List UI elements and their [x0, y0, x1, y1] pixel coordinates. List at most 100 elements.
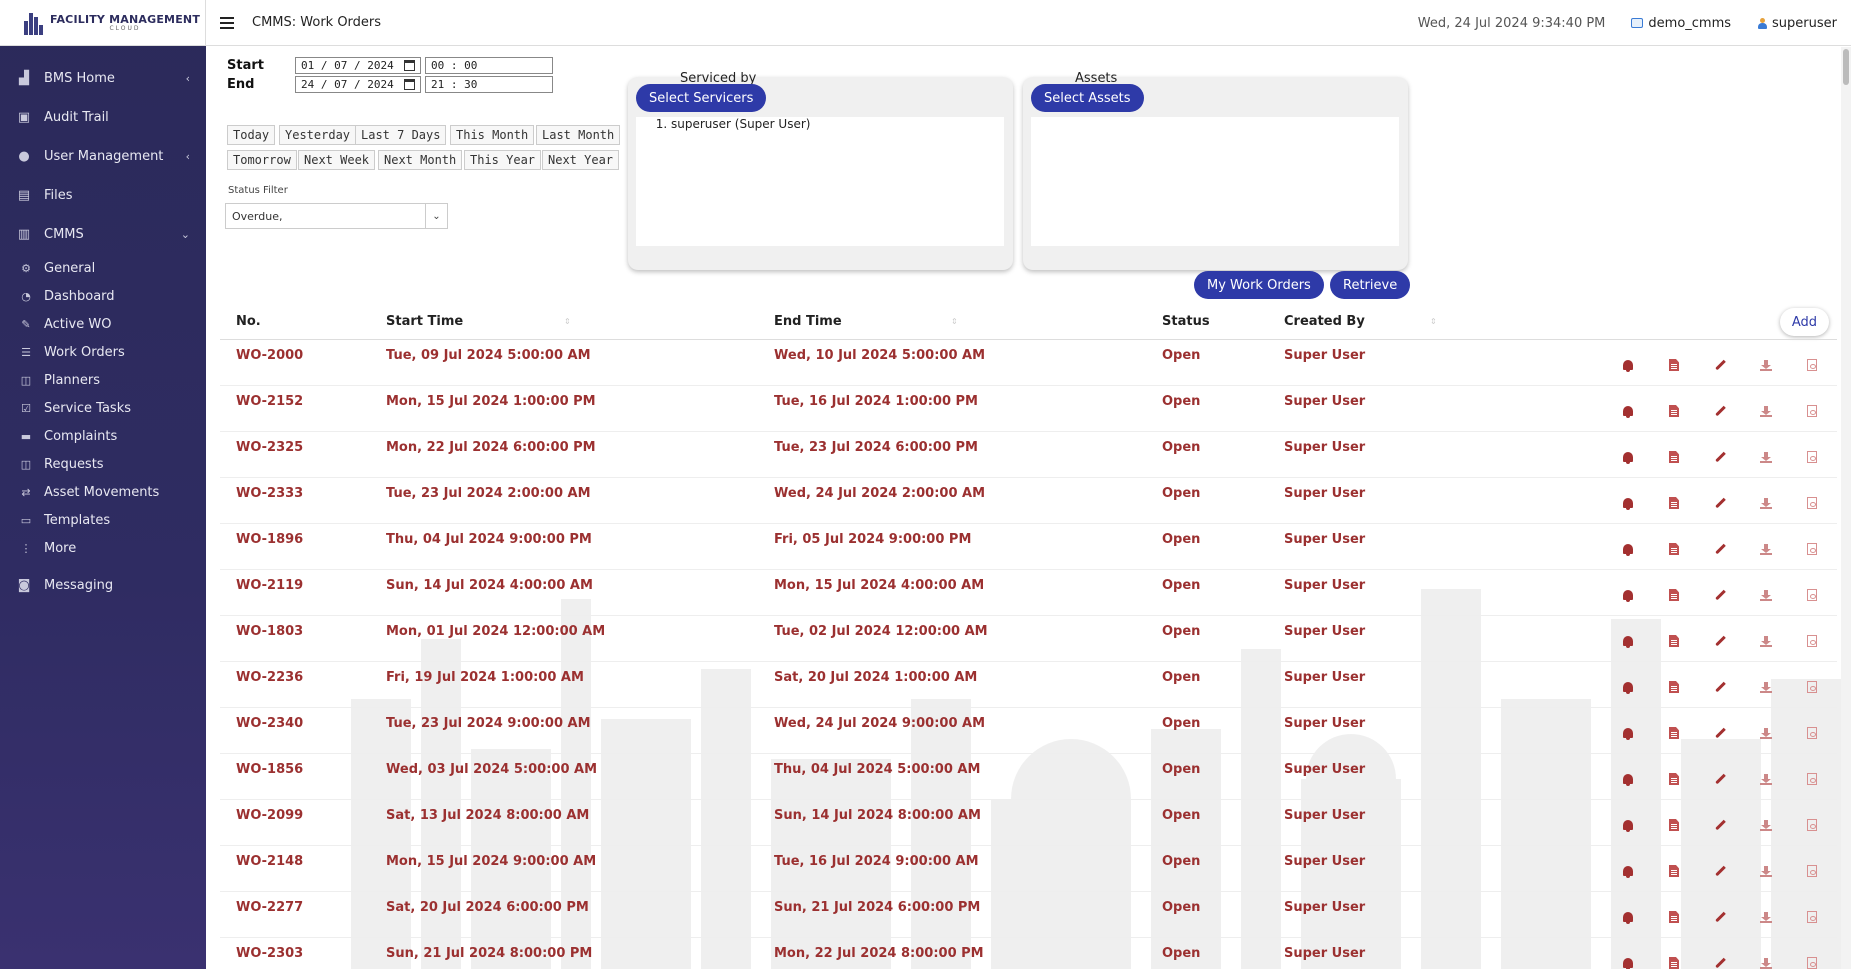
quick-this-month-button[interactable]: This Month [450, 125, 535, 145]
quick-tomorrow-button[interactable]: Tomorrow [227, 150, 297, 170]
calendar-icon[interactable] [404, 60, 415, 71]
pencil-icon[interactable] [1709, 446, 1731, 468]
pencil-icon[interactable] [1709, 676, 1731, 698]
sort-icon[interactable]: ⇕ [951, 317, 958, 326]
download-icon[interactable] [1755, 354, 1777, 376]
download-icon[interactable] [1755, 400, 1777, 422]
download-icon[interactable] [1755, 446, 1777, 468]
bell-icon[interactable] [1617, 400, 1639, 422]
pdf-icon[interactable] [1801, 538, 1823, 560]
quick-today-button[interactable]: Today [227, 125, 276, 145]
column-header-status[interactable]: Status [1162, 303, 1210, 339]
pencil-icon[interactable] [1709, 630, 1731, 652]
download-icon[interactable] [1755, 584, 1777, 606]
chevron-down-icon[interactable]: ⌄ [425, 204, 447, 228]
pdf-icon[interactable] [1801, 630, 1823, 652]
cell-no[interactable]: WO-2340 [236, 716, 303, 731]
pencil-icon[interactable] [1709, 722, 1731, 744]
status-filter-select[interactable]: Overdue, ⌄ [225, 203, 448, 229]
pdf-icon[interactable] [1801, 492, 1823, 514]
cell-no[interactable]: WO-2152 [236, 394, 303, 409]
sidebar-item-messaging[interactable]: ◙ Messaging [0, 566, 206, 605]
sidebar-item-complaints[interactable]: ▬ Complaints [0, 422, 206, 450]
document-icon[interactable] [1663, 400, 1685, 422]
sidebar-item-asset-movements[interactable]: ⇄ Asset Movements [0, 478, 206, 506]
download-icon[interactable] [1755, 906, 1777, 928]
document-icon[interactable] [1663, 860, 1685, 882]
end-date-input[interactable]: 24 / 07 / 2024 [295, 76, 421, 93]
table-row[interactable]: WO-2000 Tue, 09 Jul 2024 5:00:00 AM Wed, 1… [220, 340, 1837, 386]
scrollbar[interactable] [1841, 47, 1851, 969]
pencil-icon[interactable] [1709, 814, 1731, 836]
cell-no[interactable]: WO-2000 [236, 348, 303, 363]
pencil-icon[interactable] [1709, 906, 1731, 928]
pdf-icon[interactable] [1801, 446, 1823, 468]
column-header-start-time[interactable]: Start Time [386, 303, 463, 339]
quick-yesterday-button[interactable]: Yesterday [279, 125, 357, 145]
retrieve-button[interactable]: Retrieve [1330, 271, 1411, 299]
sidebar-item-templates[interactable]: ▭ Templates [0, 506, 206, 534]
cell-no[interactable]: WO-1856 [236, 762, 303, 777]
document-icon[interactable] [1663, 768, 1685, 790]
start-time-input[interactable]: 00 : 00 [425, 57, 553, 74]
download-icon[interactable] [1755, 722, 1777, 744]
sidebar-item-service-tasks[interactable]: ☑ Service Tasks [0, 394, 206, 422]
sidebar-item-general[interactable]: ⚙ General [0, 254, 206, 282]
bell-icon[interactable] [1617, 906, 1639, 928]
sidebar-item-bms-home[interactable]: ▟ BMS Home ‹ [0, 59, 206, 98]
table-row[interactable]: WO-1896 Thu, 04 Jul 2024 9:00:00 PM Fri, 0… [220, 524, 1837, 570]
bell-icon[interactable] [1617, 768, 1639, 790]
document-icon[interactable] [1663, 354, 1685, 376]
pdf-icon[interactable] [1801, 584, 1823, 606]
sidebar-item-cmms[interactable]: ▥ CMMS ⌄ [0, 215, 206, 254]
user-menu[interactable]: superuser [1757, 16, 1837, 31]
download-icon[interactable] [1755, 492, 1777, 514]
bell-icon[interactable] [1617, 676, 1639, 698]
sidebar-item-planners[interactable]: ◫ Planners [0, 366, 206, 394]
document-icon[interactable] [1663, 538, 1685, 560]
pdf-icon[interactable] [1801, 676, 1823, 698]
document-icon[interactable] [1663, 952, 1685, 969]
column-header-created-by[interactable]: Created By [1284, 303, 1365, 339]
document-icon[interactable] [1663, 676, 1685, 698]
start-date-input[interactable]: 01 / 07 / 2024 [295, 57, 421, 74]
pdf-icon[interactable] [1801, 400, 1823, 422]
table-row[interactable]: WO-2099 Sat, 13 Jul 2024 8:00:00 AM Sun, 1… [220, 800, 1837, 846]
app-logo[interactable]: FACILITY MANAGEMENT CLOUD [0, 0, 206, 46]
pencil-icon[interactable] [1709, 768, 1731, 790]
document-icon[interactable] [1663, 722, 1685, 744]
table-row[interactable]: WO-2119 Sun, 14 Jul 2024 4:00:00 AM Mon, 1… [220, 570, 1837, 616]
download-icon[interactable] [1755, 538, 1777, 560]
cell-no[interactable]: WO-2119 [236, 578, 303, 593]
sidebar-item-audit-trail[interactable]: ▣ Audit Trail [0, 98, 206, 137]
table-row[interactable]: WO-2333 Tue, 23 Jul 2024 2:00:00 AM Wed, 2… [220, 478, 1837, 524]
select-assets-button[interactable]: Select Assets [1031, 84, 1144, 112]
calendar-icon[interactable] [404, 79, 415, 90]
download-icon[interactable] [1755, 952, 1777, 969]
sidebar-item-dashboard[interactable]: ◔ Dashboard [0, 282, 206, 310]
end-time-input[interactable]: 21 : 30 [425, 76, 553, 93]
cell-no[interactable]: WO-2236 [236, 670, 303, 685]
table-row[interactable]: WO-2325 Mon, 22 Jul 2024 6:00:00 PM Tue, 2… [220, 432, 1837, 478]
table-row[interactable]: WO-2148 Mon, 15 Jul 2024 9:00:00 AM Tue, 1… [220, 846, 1837, 892]
cell-no[interactable]: WO-2148 [236, 854, 303, 869]
download-icon[interactable] [1755, 630, 1777, 652]
pdf-icon[interactable] [1801, 952, 1823, 969]
document-icon[interactable] [1663, 492, 1685, 514]
quick-next-month-button[interactable]: Next Month [378, 150, 463, 170]
table-row[interactable]: WO-1803 Mon, 01 Jul 2024 12:00:00 AM Tue, … [220, 616, 1837, 662]
column-header-end-time[interactable]: End Time [774, 303, 842, 339]
sidebar-item-requests[interactable]: ◫ Requests [0, 450, 206, 478]
bell-icon[interactable] [1617, 814, 1639, 836]
cell-no[interactable]: WO-2325 [236, 440, 303, 455]
download-icon[interactable] [1755, 860, 1777, 882]
download-icon[interactable] [1755, 676, 1777, 698]
pdf-icon[interactable] [1801, 860, 1823, 882]
quick-next-year-button[interactable]: Next Year [542, 150, 620, 170]
pencil-icon[interactable] [1709, 860, 1731, 882]
document-icon[interactable] [1663, 446, 1685, 468]
document-icon[interactable] [1663, 630, 1685, 652]
menu-toggle-icon[interactable] [220, 16, 234, 29]
column-header-no[interactable]: No. [236, 303, 261, 339]
sort-icon[interactable]: ⇕ [564, 317, 571, 326]
